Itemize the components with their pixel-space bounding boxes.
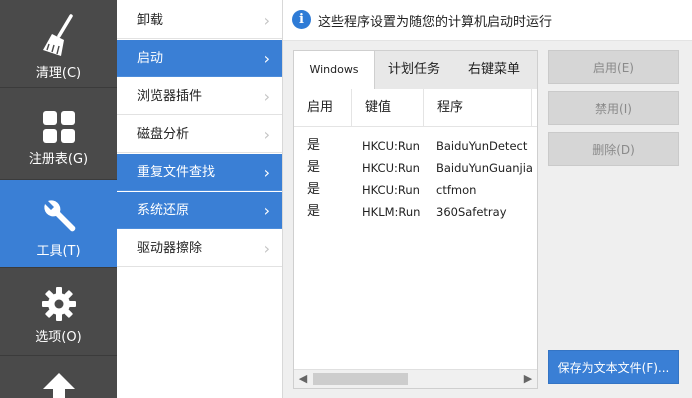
tab-bar: Windows 计划任务 右键菜单 [294, 51, 537, 90]
tools-nav-label: 系统还原 [137, 203, 190, 218]
info-text: 这些程序设置为随您的计算机启动时运行 [318, 15, 553, 30]
column-header-key[interactable]: 键值 [352, 89, 424, 126]
main-sidebar: 清理(C) 注册表(G) 工具(T) 选项(O) [0, 0, 117, 398]
tab-context-menu[interactable]: 右键菜单 [454, 51, 534, 89]
tools-nav: 卸载 › 启动 › 浏览器插件 › 磁盘分析 › 重复文件查找 › 系统还原 ›… [117, 0, 283, 398]
cell-key: HKCU:Run [362, 139, 420, 153]
cell-enabled: 是 [307, 138, 321, 153]
sidebar-item-options[interactable]: 选项(O) [0, 268, 117, 356]
horizontal-scrollbar[interactable]: ◀ ▶ [294, 369, 537, 388]
chevron-right-icon: › [263, 49, 270, 68]
tools-nav-label: 浏览器插件 [137, 89, 203, 104]
sidebar-label-tools: 工具(T) [36, 244, 81, 259]
table-header: 启用 键值 程序 [294, 89, 537, 127]
tools-nav-label: 磁盘分析 [137, 127, 190, 142]
cell-program: 360Safetray [436, 205, 507, 219]
tools-nav-label: 卸载 [137, 13, 164, 28]
startup-list-panel: Windows 计划任务 右键菜单 启用 键值 程序 是 HKCU:Run Ba… [293, 50, 538, 389]
sidebar-item-registry[interactable]: 注册表(G) [0, 88, 117, 180]
gear-icon [41, 287, 76, 321]
chevron-right-icon: › [263, 11, 270, 30]
cell-program: BaiduYunGuanjia [436, 161, 533, 175]
tools-nav-label: 驱动器擦除 [137, 241, 203, 256]
tools-nav-drive-wiper[interactable]: 驱动器擦除 › [117, 230, 282, 267]
sidebar-label-registry: 注册表(G) [28, 152, 89, 167]
chevron-right-icon: › [263, 125, 270, 144]
cell-key: HKCU:Run [362, 183, 420, 197]
tools-nav-disk-analysis[interactable]: 磁盘分析 › [117, 116, 282, 153]
column-header-program[interactable]: 程序 [424, 89, 532, 126]
up-arrow-icon [42, 373, 75, 398]
tools-nav-system-restore[interactable]: 系统还原 › [117, 192, 282, 229]
tools-nav-duplicate-finder[interactable]: 重复文件查找 › [117, 154, 282, 191]
cell-program: ctfmon [436, 183, 477, 197]
tools-nav-uninstall[interactable]: 卸载 › [117, 2, 282, 39]
sidebar-label-options: 选项(O) [35, 330, 82, 345]
tools-nav-browser-plugins[interactable]: 浏览器插件 › [117, 78, 282, 115]
save-to-text-button[interactable]: 保存为文本文件(F)... [548, 350, 679, 384]
chevron-right-icon: › [263, 201, 270, 220]
sidebar-label-clean: 清理(C) [35, 66, 82, 81]
disable-button[interactable]: 禁用(I) [548, 91, 679, 125]
scroll-right-icon[interactable]: ▶ [519, 370, 537, 388]
tools-nav-startup[interactable]: 启动 › [117, 40, 282, 77]
tab-windows[interactable]: Windows [294, 51, 375, 90]
chevron-right-icon: › [263, 87, 270, 106]
info-bar: i 这些程序设置为随您的计算机启动时运行 [283, 0, 692, 41]
tools-nav-label: 启动 [137, 51, 164, 66]
delete-button[interactable]: 删除(D) [548, 132, 679, 166]
sidebar-item-upgrade[interactable] [0, 356, 117, 398]
scroll-left-icon[interactable]: ◀ [294, 370, 312, 388]
scrollbar-thumb[interactable] [313, 373, 408, 385]
tab-scheduled-tasks[interactable]: 计划任务 [375, 51, 453, 89]
column-header-enabled[interactable]: 启用 [294, 89, 352, 126]
startup-content: Windows 计划任务 右键菜单 启用 键值 程序 是 HKCU:Run Ba… [283, 41, 692, 398]
cell-program: BaiduYunDetect [436, 139, 528, 153]
chevron-right-icon: › [263, 163, 270, 182]
table-row[interactable]: 是 HKCU:Run BaiduYunGuanjia [294, 157, 537, 179]
enable-button[interactable]: 启用(E) [548, 50, 679, 84]
cell-key: HKCU:Run [362, 161, 420, 175]
broom-icon [42, 14, 73, 56]
sidebar-item-tools[interactable]: 工具(T) [0, 180, 117, 268]
cell-enabled: 是 [307, 204, 321, 219]
table-row[interactable]: 是 HKLM:Run 360Safetray [294, 201, 537, 223]
tools-nav-label: 重复文件查找 [137, 165, 216, 180]
sidebar-item-clean[interactable]: 清理(C) [0, 0, 117, 88]
wrench-icon [43, 200, 75, 232]
grid-icon [42, 111, 75, 143]
cell-enabled: 是 [307, 182, 321, 197]
cell-enabled: 是 [307, 160, 321, 175]
table-row[interactable]: 是 HKCU:Run ctfmon [294, 179, 537, 201]
chevron-right-icon: › [263, 239, 270, 258]
table-row[interactable]: 是 HKCU:Run BaiduYunDetect [294, 135, 537, 157]
cell-key: HKLM:Run [362, 205, 421, 219]
info-icon: i [292, 10, 311, 29]
